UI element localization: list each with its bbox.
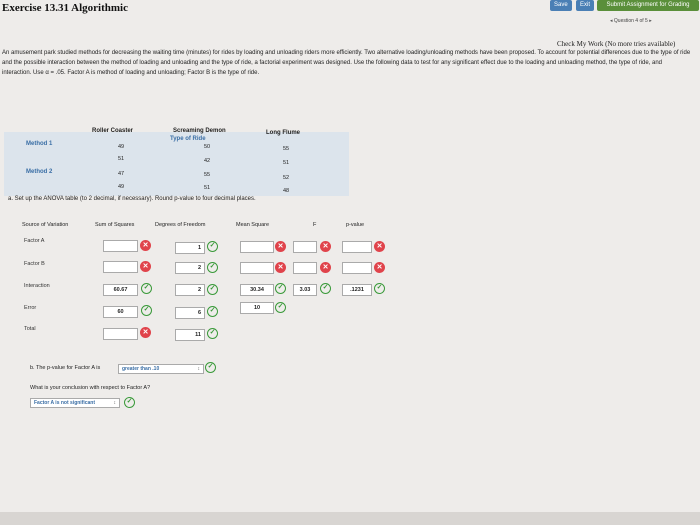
f-input[interactable]: 3.03 (293, 284, 317, 296)
correct-icon: ✓ (141, 283, 152, 294)
ss-input[interactable] (103, 261, 138, 273)
exit-button[interactable]: Exit (576, 0, 595, 11)
data-cell: 51 (203, 185, 211, 191)
conclusion-dropdown[interactable]: Factor A is not significant ↕ (30, 398, 120, 408)
save-button[interactable]: Save (550, 0, 572, 11)
conclusion-question: What is your conclusion with respect to … (30, 385, 151, 391)
dropdown-value: greater than .10 (122, 366, 160, 372)
anova-header-source: Source of Variation (22, 222, 69, 228)
data-cell: 55 (203, 172, 211, 178)
submit-assignment-button[interactable]: Submit Assignment for Grading (597, 0, 699, 11)
ms-input[interactable]: 30.34 (240, 284, 274, 296)
incorrect-icon: ✕ (374, 241, 385, 252)
data-cell: 47 (117, 171, 125, 177)
f-input[interactable] (293, 241, 317, 253)
pvalue-range-dropdown[interactable]: greater than .10 ↕ (118, 364, 204, 374)
row-method-2: Method 2 (26, 169, 53, 175)
incorrect-icon: ✕ (374, 262, 385, 273)
prev-question-icon[interactable]: ◂ (610, 18, 613, 24)
data-cell: 49 (117, 144, 125, 150)
ms-input[interactable]: 10 (240, 302, 274, 314)
problem-statement: An amusement park studied methods for de… (2, 50, 691, 76)
correct-icon: ✓ (207, 306, 218, 317)
df-input[interactable]: 2 (175, 284, 205, 296)
pvalue-input[interactable]: .1231 (342, 284, 372, 296)
df-input[interactable]: 11 (175, 329, 205, 341)
data-cell: 49 (117, 184, 125, 190)
ms-input[interactable] (240, 241, 274, 253)
correct-icon: ✓ (207, 262, 218, 273)
col-long-flume: Long Flume (266, 130, 300, 136)
incorrect-icon: ✕ (140, 240, 151, 251)
dropdown-value: Factor A is not significant (34, 400, 96, 406)
dropdown-arrow-icon: ↕ (197, 366, 201, 372)
bottom-shadow (0, 512, 700, 525)
correct-icon: ✓ (207, 284, 218, 295)
anova-row-label: Interaction (24, 283, 50, 289)
ms-input[interactable] (240, 262, 274, 274)
incorrect-icon: ✕ (320, 241, 331, 252)
part-a-instructions: a. Set up the ANOVA table (to 2 decimal,… (8, 196, 256, 202)
ss-input[interactable] (103, 240, 138, 252)
anova-row-label: Factor B (24, 261, 45, 267)
correct-icon: ✓ (320, 283, 331, 294)
anova-row-label: Total (24, 326, 36, 332)
df-input[interactable]: 6 (175, 307, 205, 319)
anova-header-ms: Mean Square (236, 222, 270, 228)
dropdown-arrow-icon: ↕ (113, 400, 117, 406)
f-input[interactable] (293, 262, 317, 274)
data-cell: 50 (203, 144, 211, 150)
anova-row-label: Factor A (24, 238, 45, 244)
df-input[interactable]: 2 (175, 262, 205, 274)
pvalue-input[interactable] (342, 262, 372, 274)
data-cell: 48 (282, 188, 290, 194)
ss-input[interactable]: 60 (103, 306, 138, 318)
correct-icon: ✓ (207, 241, 218, 252)
correct-icon: ✓ (205, 362, 216, 373)
incorrect-icon: ✕ (275, 241, 286, 252)
next-question-icon[interactable]: ▸ (649, 18, 652, 24)
row-method-1: Method 1 (26, 141, 53, 147)
exercise-title: Exercise 13.31 Algorithmic (2, 2, 128, 14)
question-counter: Question 4 of 5 (613, 18, 648, 24)
question-navigation[interactable]: ◂ Question 4 of 5 ▸ (610, 18, 652, 24)
correct-icon: ✓ (141, 305, 152, 316)
col-roller-coaster: Roller Coaster (92, 128, 134, 134)
part-b-prefix: b. The p-value for Factor A is (30, 365, 101, 371)
pvalue-input[interactable] (342, 241, 372, 253)
type-of-ride-heading: Type of Ride (170, 136, 206, 142)
anova-header-df: Degrees of Freedom (155, 222, 206, 228)
correct-icon: ✓ (124, 397, 135, 408)
ss-input[interactable] (103, 328, 138, 340)
data-cell: 51 (117, 156, 125, 162)
check-my-work-link[interactable]: Check My Work (No more tries available) (557, 40, 675, 48)
ss-input[interactable]: 60.67 (103, 284, 138, 296)
data-cell: 52 (282, 175, 290, 181)
correct-icon: ✓ (374, 283, 385, 294)
incorrect-icon: ✕ (140, 261, 151, 272)
data-cell: 42 (203, 158, 211, 164)
incorrect-icon: ✕ (320, 262, 331, 273)
anova-row-label: Error (24, 305, 37, 311)
anova-header-pvalue: p-value (346, 222, 365, 228)
data-cell: 51 (282, 160, 290, 166)
df-input[interactable]: 1 (175, 242, 205, 254)
col-screaming-demon: Screaming Demon (173, 128, 226, 134)
correct-icon: ✓ (275, 302, 286, 313)
anova-header-ss: Sum of Squares (95, 222, 135, 228)
correct-icon: ✓ (207, 328, 218, 339)
incorrect-icon: ✕ (140, 327, 151, 338)
part-b-question: b. The p-value for Factor A is (30, 365, 100, 371)
data-cell: 55 (282, 146, 290, 152)
anova-header-f: F (313, 222, 317, 228)
incorrect-icon: ✕ (275, 262, 286, 273)
correct-icon: ✓ (275, 283, 286, 294)
